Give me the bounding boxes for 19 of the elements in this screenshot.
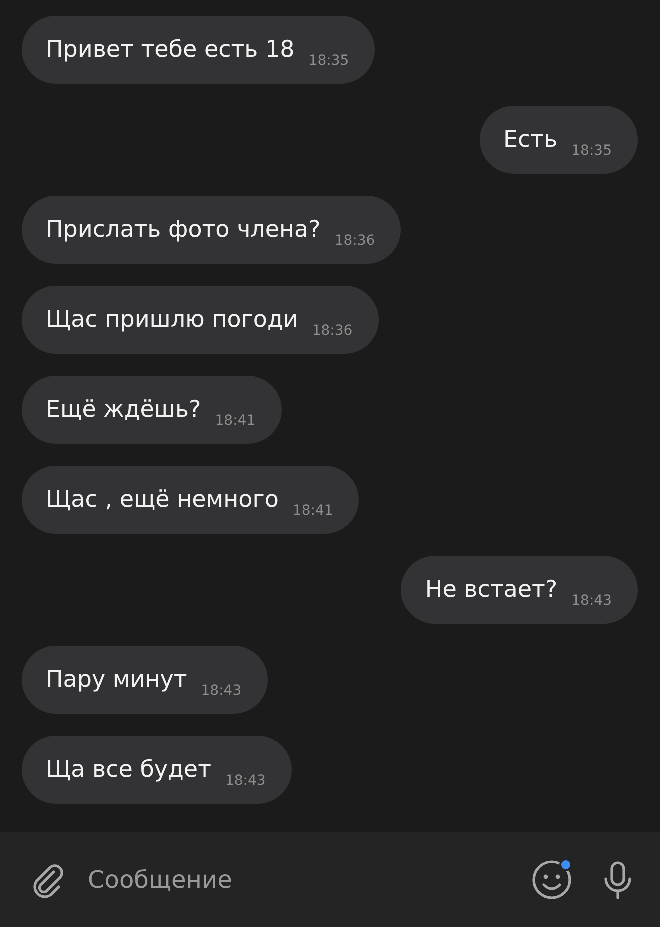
message-text: Пару минут [46, 667, 188, 693]
message-text: Есть [504, 127, 558, 153]
message-time: 18:36 [312, 323, 353, 339]
message-text: Ща все будет [46, 757, 212, 783]
message-text: Прислать фото члена? [46, 217, 321, 243]
message-text: Ещё ждёшь? [46, 397, 202, 423]
message-time: 18:41 [215, 413, 256, 429]
message-text: Не встает? [425, 577, 558, 603]
message-time: 18:35 [572, 143, 612, 159]
message-text: Щас , ещё немного [46, 487, 279, 513]
message-time: 18:43 [572, 593, 612, 609]
message-time: 18:43 [201, 683, 242, 699]
message-time: 18:36 [334, 233, 376, 249]
message-field[interactable]: Сообщение [88, 866, 506, 894]
message-time: 18:35 [308, 53, 350, 69]
message-text: Привет тебе есть 18 [46, 37, 295, 63]
message-text: Щас пришлю погоди [46, 307, 298, 333]
message-time: 18:43 [225, 773, 266, 789]
message-time: 18:41 [292, 503, 334, 519]
